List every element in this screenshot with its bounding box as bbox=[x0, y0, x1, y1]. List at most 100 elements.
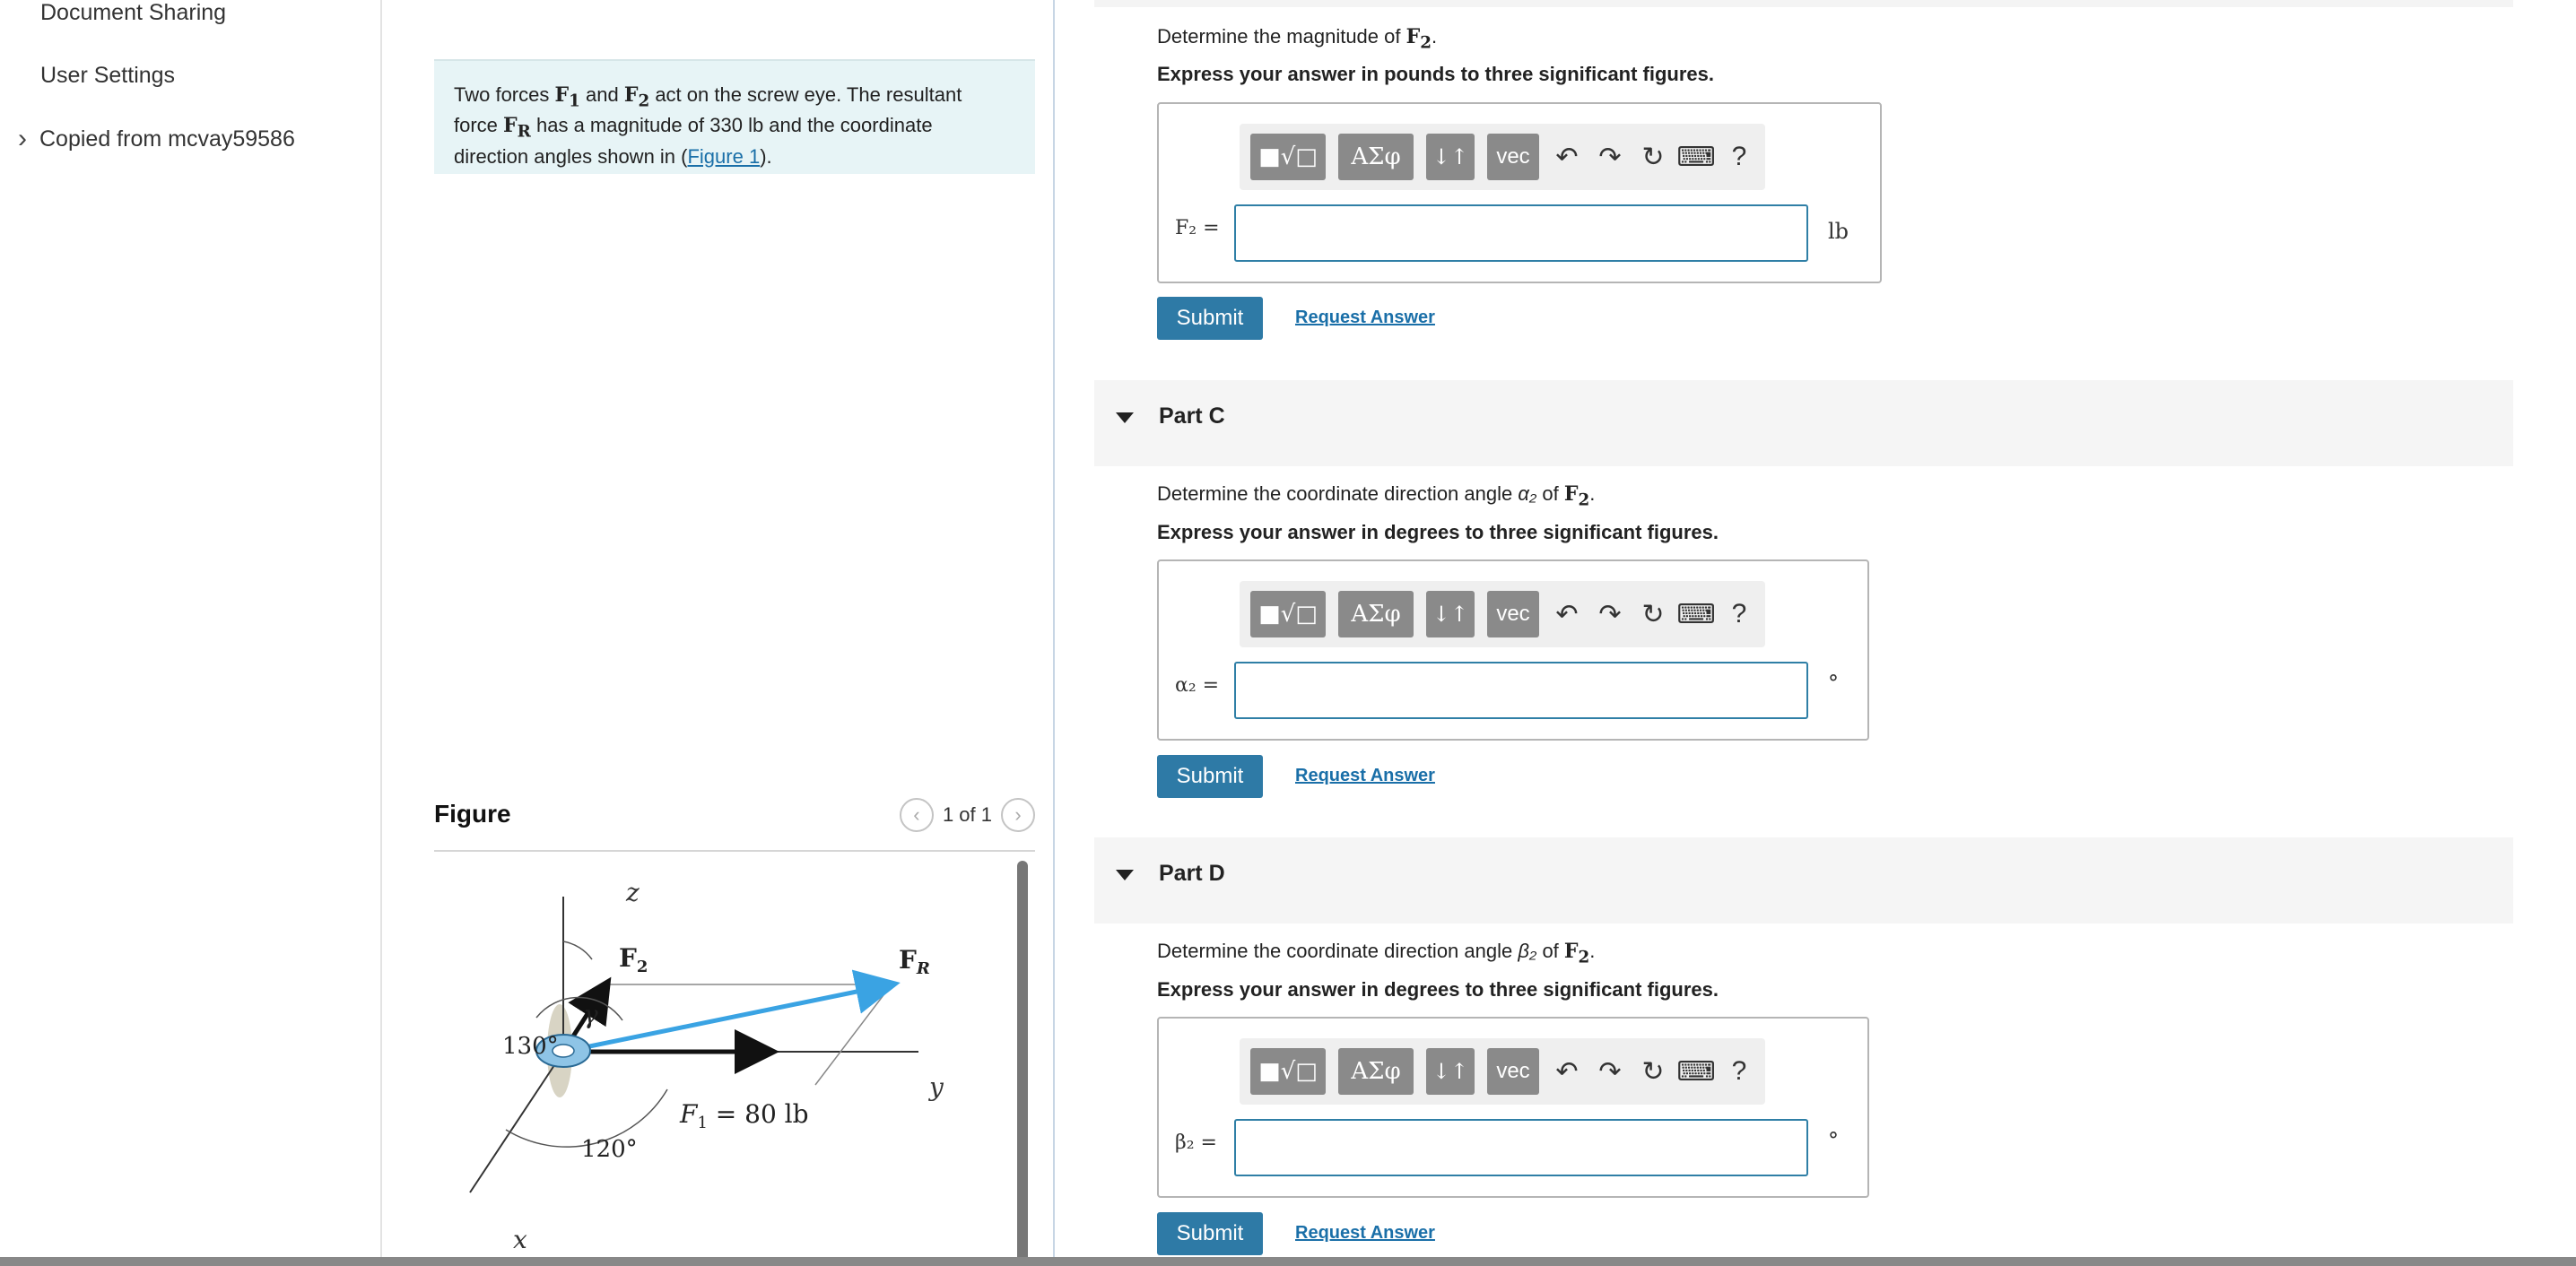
problem-text: direction angles shown in ( bbox=[454, 144, 688, 168]
part-b-header-tail bbox=[1094, 0, 2513, 7]
part-b-answer-label: F₂ = bbox=[1175, 217, 1220, 239]
window-bottom-edge bbox=[0, 1257, 2576, 1266]
f2-symbol: F2 bbox=[623, 83, 650, 111]
part-b-answer-input[interactable] bbox=[1234, 204, 1808, 262]
angle120-label: 120° bbox=[581, 1136, 638, 1163]
problem-text: act on the screw eye. The resultant bbox=[649, 83, 962, 106]
angle130-label: 130° bbox=[502, 1033, 559, 1060]
part-b-question: Determine the magnitude of F2. bbox=[1157, 25, 1438, 53]
problem-text: has a magnitude of 330 lb and the coordi… bbox=[530, 114, 933, 137]
fr-arrow bbox=[562, 969, 901, 1054]
part-d-submit-button[interactable]: Submit bbox=[1157, 1212, 1263, 1255]
part-c-title: Part C bbox=[1159, 403, 1225, 429]
figure-title: Figure bbox=[434, 800, 511, 828]
part-c-answer-box: ■√□ ΑΣφ ↓↑ vec ↶ ↷ ↻ ⌨ ? α₂ = ° bbox=[1157, 559, 1869, 741]
reset-icon[interactable]: ↻ bbox=[1638, 139, 1668, 175]
part-d-answer-box: ■√□ ΑΣφ ↓↑ vec ↶ ↷ ↻ ⌨ ? β₂ = ° bbox=[1157, 1017, 1869, 1198]
part-d-title: Part D bbox=[1159, 861, 1225, 886]
arrows-button[interactable]: ↓↑ bbox=[1426, 134, 1475, 180]
problem-statement: Two forces F1 and F2 act on the screw ey… bbox=[434, 59, 1035, 174]
template-sqrt-icon[interactable]: ■√□ bbox=[1250, 1048, 1326, 1095]
sidebar-item-user-settings[interactable]: User Settings bbox=[40, 63, 175, 89]
part-d-answer-label: β₂ = bbox=[1175, 1132, 1217, 1154]
part-b-submit-button[interactable]: Submit bbox=[1157, 297, 1263, 340]
force-diagram: z y x F2 FR γ 130° 120° F1 = 80 lb bbox=[469, 878, 944, 1254]
part-b-instruction: Express your answer in pounds to three s… bbox=[1157, 63, 1715, 85]
figure-pager: ‹ 1 of 1 › bbox=[899, 798, 1035, 832]
fr-symbol: FR bbox=[503, 114, 531, 142]
reset-icon[interactable]: ↻ bbox=[1638, 596, 1668, 632]
part-d-question: Determine the coordinate direction angle… bbox=[1157, 940, 1596, 967]
f1-label: F1 = 80 lb bbox=[679, 1099, 809, 1132]
part-c-header[interactable]: Part C bbox=[1094, 380, 2513, 466]
arrows-button[interactable]: ↓↑ bbox=[1426, 1048, 1475, 1095]
part-c-answer-label: α₂ = bbox=[1175, 674, 1220, 697]
vec-button[interactable]: vec bbox=[1487, 1048, 1539, 1095]
help-button[interactable]: ? bbox=[1724, 139, 1754, 175]
keyboard-icon[interactable]: ⌨ bbox=[1676, 139, 1715, 175]
collapse-triangle-icon bbox=[1116, 412, 1134, 423]
part-d-unit: ° bbox=[1828, 1128, 1839, 1153]
keyboard-icon[interactable]: ⌨ bbox=[1676, 596, 1715, 632]
problem-text: ). bbox=[760, 144, 772, 168]
part-c-instruction: Express your answer in degrees to three … bbox=[1157, 521, 1719, 543]
figure-header: Figure ‹ 1 of 1 › bbox=[434, 798, 1035, 852]
undo-icon[interactable]: ↶ bbox=[1552, 139, 1582, 175]
collapse-triangle-icon bbox=[1116, 870, 1134, 880]
gamma-label: γ bbox=[583, 1000, 598, 1029]
part-b-request-answer-link[interactable]: Request Answer bbox=[1295, 308, 1435, 328]
figure-scrollbar[interactable] bbox=[1017, 861, 1028, 1266]
chevron-right-icon: › bbox=[18, 124, 27, 153]
part-c-question: Determine the coordinate direction angle… bbox=[1157, 482, 1596, 510]
part-c-submit-button[interactable]: Submit bbox=[1157, 755, 1263, 798]
sidebar-item-label: Copied from mcvay59586 bbox=[39, 126, 295, 152]
z-label: z bbox=[625, 878, 640, 907]
vec-button[interactable]: vec bbox=[1487, 134, 1539, 180]
template-sqrt-icon[interactable]: ■√□ bbox=[1250, 134, 1326, 180]
help-button[interactable]: ? bbox=[1724, 596, 1754, 632]
f1-symbol: F1 bbox=[554, 83, 580, 111]
symbols-button[interactable]: ΑΣφ bbox=[1338, 134, 1414, 180]
part-d-instruction: Express your answer in degrees to three … bbox=[1157, 978, 1719, 1001]
part-b-unit: lb bbox=[1828, 219, 1849, 244]
keyboard-icon[interactable]: ⌨ bbox=[1676, 1054, 1715, 1089]
figure-link[interactable]: Figure 1 bbox=[687, 145, 760, 168]
part-d-answer-input[interactable] bbox=[1234, 1119, 1808, 1176]
chevron-left-icon[interactable]: ‹ bbox=[899, 798, 934, 832]
undo-icon[interactable]: ↶ bbox=[1552, 596, 1582, 632]
problem-text: and bbox=[579, 83, 624, 106]
angle130-arc bbox=[535, 996, 623, 1021]
part-c-unit: ° bbox=[1828, 671, 1839, 696]
problem-text: Two forces bbox=[454, 83, 555, 106]
math-toolbar: ■√□ ΑΣφ ↓↑ vec ↶ ↷ ↻ ⌨ ? bbox=[1240, 1038, 1765, 1105]
problem-pane: Two forces F1 and F2 act on the screw ey… bbox=[382, 0, 1055, 1266]
symbols-button[interactable]: ΑΣφ bbox=[1338, 591, 1414, 637]
left-sidebar: Document Sharing User Settings › Copied … bbox=[0, 0, 382, 1266]
template-sqrt-icon[interactable]: ■√□ bbox=[1250, 591, 1326, 637]
part-b-answer-box: ■√□ ΑΣφ ↓↑ vec ↶ ↷ ↻ ⌨ ? F₂ = lb bbox=[1157, 102, 1882, 283]
symbols-button[interactable]: ΑΣφ bbox=[1338, 1048, 1414, 1095]
sidebar-item-document-sharing[interactable]: Document Sharing bbox=[40, 0, 226, 26]
sidebar-item-copied[interactable]: › Copied from mcvay59586 bbox=[18, 126, 295, 152]
part-d-request-answer-link[interactable]: Request Answer bbox=[1295, 1223, 1435, 1244]
questions-pane: Determine the magnitude of F2. Express y… bbox=[1055, 0, 2576, 1266]
part-d-header[interactable]: Part D bbox=[1094, 837, 2513, 923]
x-label: x bbox=[513, 1225, 527, 1254]
reset-icon[interactable]: ↻ bbox=[1638, 1054, 1668, 1089]
redo-icon[interactable]: ↷ bbox=[1595, 596, 1625, 632]
fr-label: FR bbox=[899, 945, 930, 978]
math-toolbar: ■√□ ΑΣφ ↓↑ vec ↶ ↷ ↻ ⌨ ? bbox=[1240, 581, 1765, 647]
problem-text: force bbox=[454, 114, 504, 137]
part-c-answer-input[interactable] bbox=[1234, 662, 1808, 719]
redo-icon[interactable]: ↷ bbox=[1595, 1054, 1625, 1089]
x-axis bbox=[469, 1051, 564, 1193]
undo-icon[interactable]: ↶ bbox=[1552, 1054, 1582, 1089]
help-button[interactable]: ? bbox=[1724, 1054, 1754, 1089]
f2-label: F2 bbox=[619, 943, 648, 976]
vec-button[interactable]: vec bbox=[1487, 591, 1539, 637]
chevron-right-icon[interactable]: › bbox=[1001, 798, 1035, 832]
arrows-button[interactable]: ↓↑ bbox=[1426, 591, 1475, 637]
redo-icon[interactable]: ↷ bbox=[1595, 139, 1625, 175]
part-c-request-answer-link[interactable]: Request Answer bbox=[1295, 766, 1435, 786]
y-label: y bbox=[927, 1072, 944, 1102]
